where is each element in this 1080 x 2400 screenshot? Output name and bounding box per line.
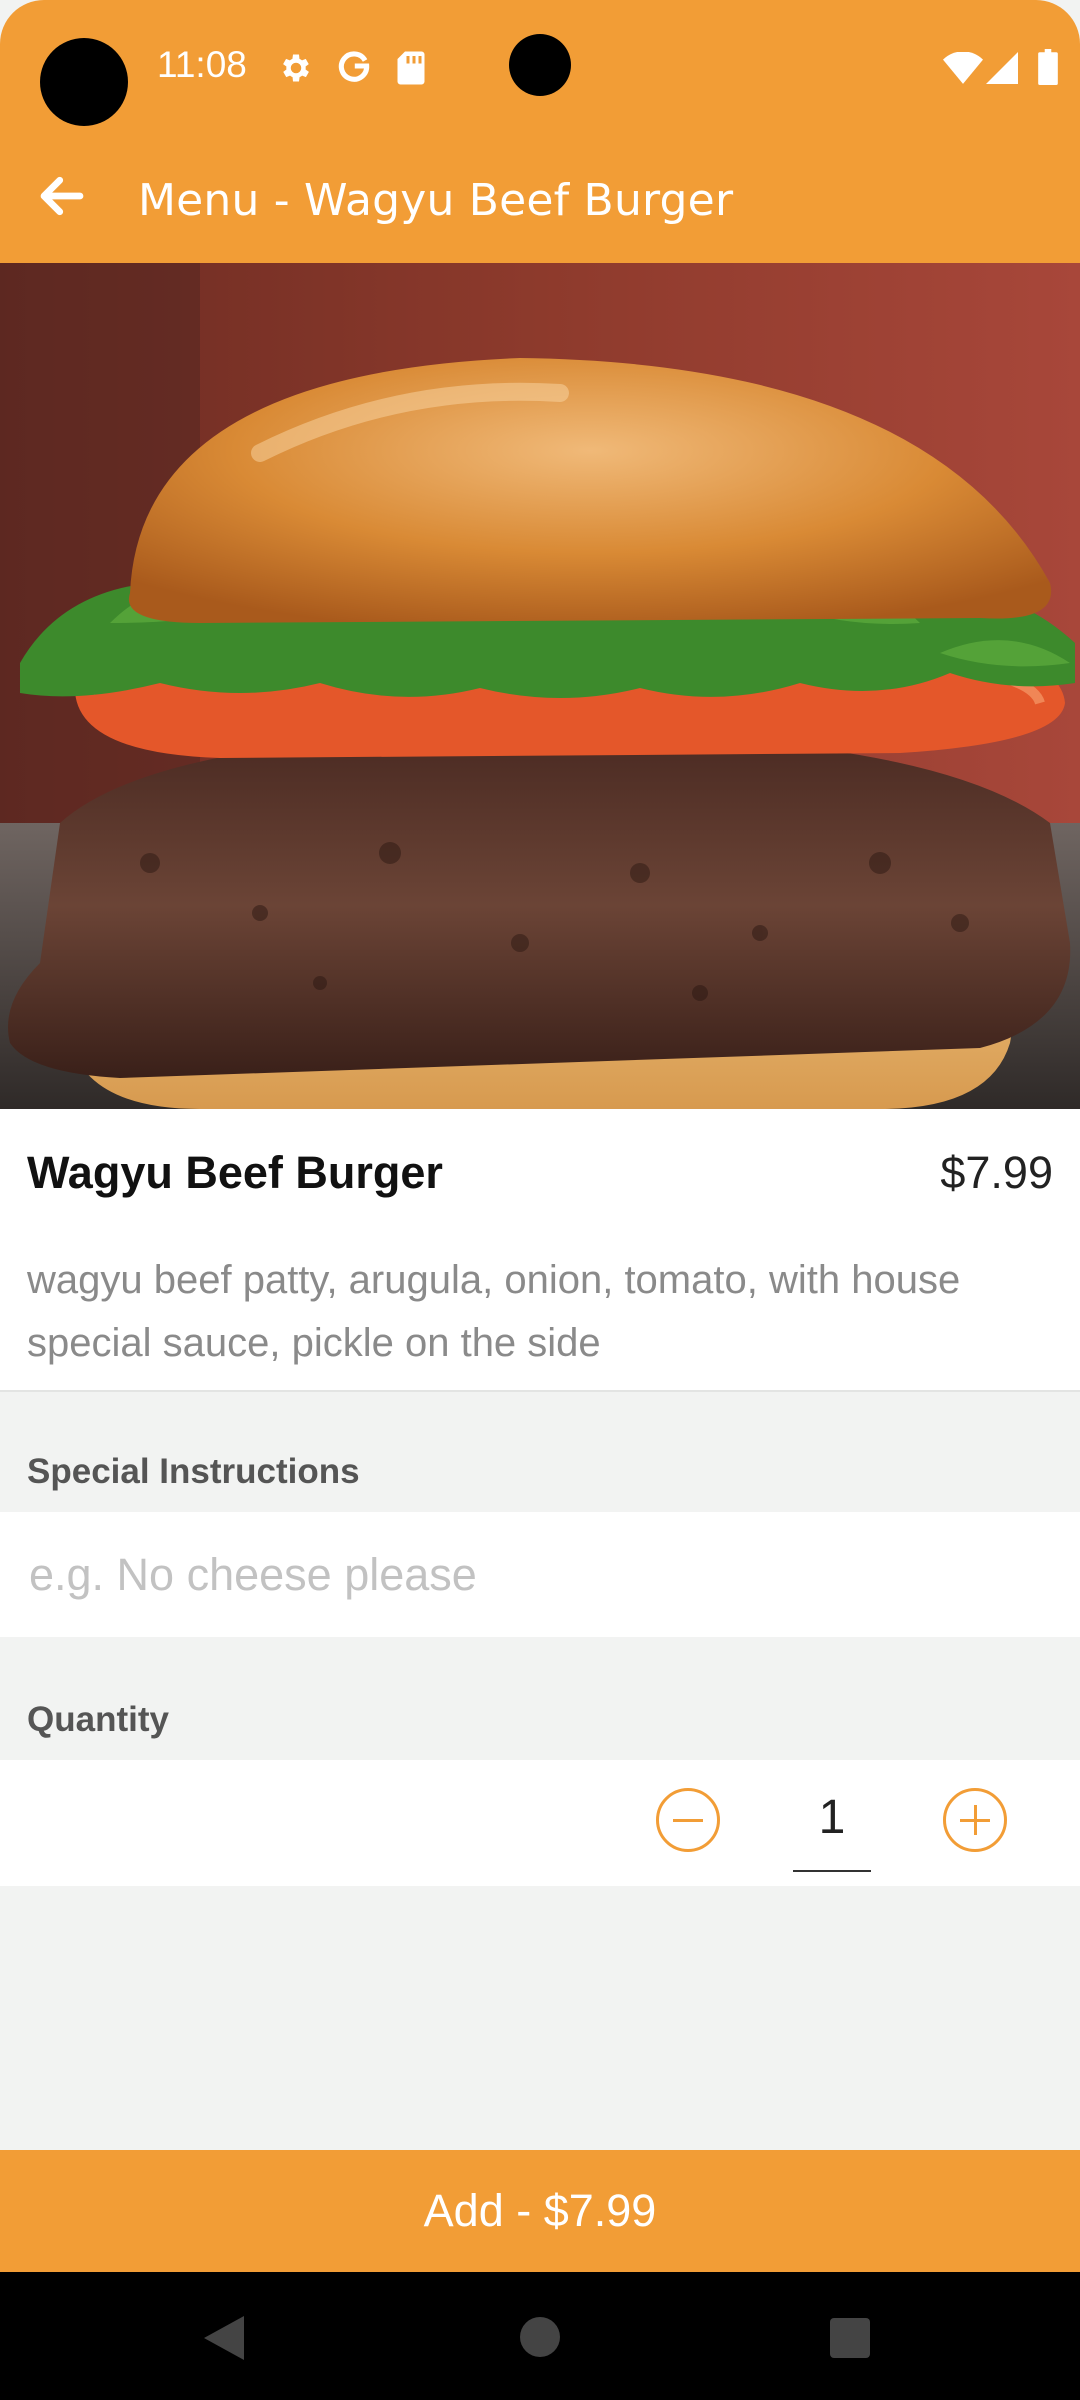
nav-home-icon[interactable] xyxy=(520,2317,560,2362)
arrow-left-icon xyxy=(35,169,89,228)
item-photo xyxy=(0,263,1080,1109)
item-name: Wagyu Beef Burger xyxy=(27,1147,443,1198)
quantity-value[interactable]: 1 xyxy=(793,1790,871,1845)
quantity-label: Quantity xyxy=(27,1700,169,1739)
quantity-underline xyxy=(793,1870,871,1872)
quantity-stepper: 1 xyxy=(0,1760,1080,1886)
nav-back-icon[interactable] xyxy=(203,2316,245,2365)
nav-recents-icon[interactable] xyxy=(830,2318,870,2363)
status-bar: 11:08 xyxy=(0,0,1080,133)
system-nav-bar xyxy=(0,2272,1080,2400)
wifi-icon xyxy=(943,51,983,89)
camera-cutout xyxy=(40,38,128,126)
battery-icon xyxy=(1038,49,1058,90)
gear-icon xyxy=(278,50,314,91)
decrement-button[interactable] xyxy=(656,1788,720,1852)
add-to-cart-button[interactable]: Add - $7.99 xyxy=(0,2150,1080,2272)
special-instructions-input[interactable] xyxy=(27,1534,1051,1616)
add-button-label: Add - $7.99 xyxy=(423,2185,657,2236)
increment-button[interactable] xyxy=(943,1788,1007,1852)
status-time: 11:08 xyxy=(157,44,247,85)
camera-cutout xyxy=(509,34,571,96)
item-info: Wagyu Beef Burger $7.99 wagyu beef patty… xyxy=(0,1109,1080,1392)
item-price: $7.99 xyxy=(940,1147,1053,1198)
back-button[interactable] xyxy=(30,166,94,230)
page-title: Menu - Wagyu Beef Burger xyxy=(138,175,734,226)
signal-icon xyxy=(986,52,1018,89)
item-description: wagyu beef patty, arugula, onion, tomato… xyxy=(27,1258,961,1365)
google-icon xyxy=(335,47,373,90)
app-bar: Menu - Wagyu Beef Burger xyxy=(0,133,1080,263)
special-instructions-box xyxy=(0,1512,1080,1637)
special-instructions-label: Special Instructions xyxy=(27,1452,360,1491)
sd-card-icon xyxy=(396,50,426,91)
